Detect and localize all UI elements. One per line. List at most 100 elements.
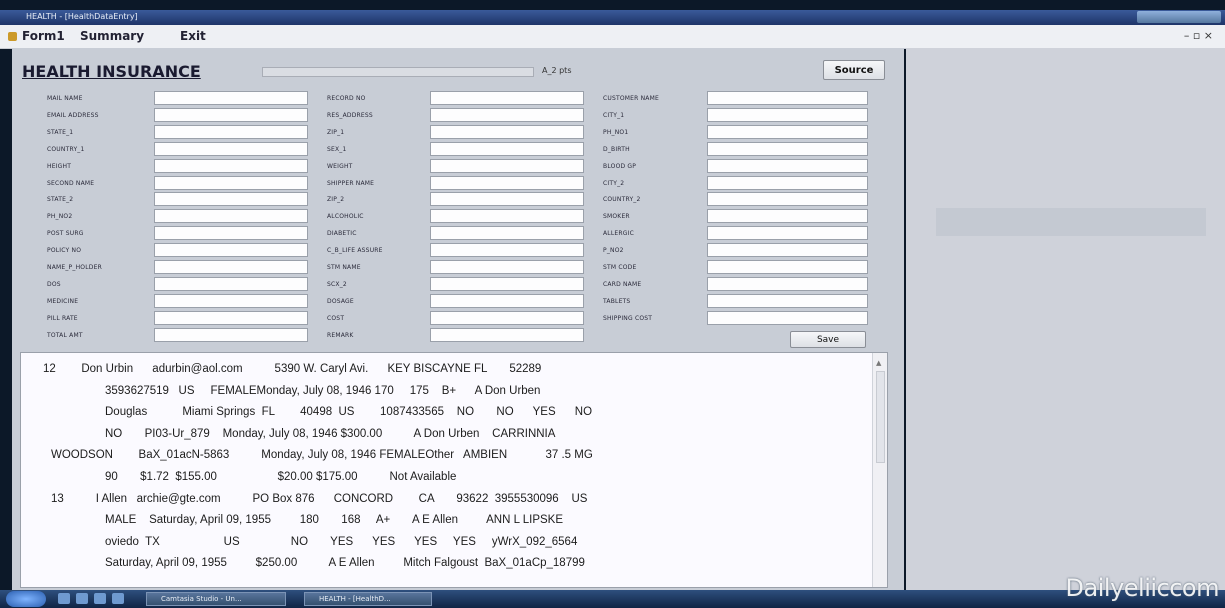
field-input-1-7[interactable] xyxy=(154,192,308,207)
field-input-2-9[interactable] xyxy=(430,226,584,241)
quicklaunch-icon[interactable] xyxy=(112,593,124,604)
field-input-2-12[interactable] xyxy=(430,276,584,291)
field-input-3-13[interactable] xyxy=(707,293,868,308)
field-input-2-8[interactable] xyxy=(430,209,584,224)
field-label: COUNTRY_2 xyxy=(603,196,641,204)
field-input-1-8[interactable] xyxy=(154,209,308,224)
field-input-2-6[interactable] xyxy=(430,175,584,190)
field-input-1-3[interactable] xyxy=(154,124,308,139)
field-label: HEIGHT xyxy=(47,162,72,170)
field-input-3-5[interactable] xyxy=(707,158,868,173)
field-label: SCX_2 xyxy=(327,280,347,288)
field-label: P_NO2 xyxy=(603,247,624,255)
record-line: MALE Saturday, April 09, 1955 180 168 A+… xyxy=(105,514,564,527)
field-label: TOTAL AMT xyxy=(47,331,83,339)
field-label: EMAIL ADDRESS xyxy=(47,111,99,119)
field-input-3-4[interactable] xyxy=(707,141,868,156)
field-input-3-10[interactable] xyxy=(707,243,868,258)
records-scrollbar[interactable]: ▲ xyxy=(872,353,887,587)
field-label: POLICY NO xyxy=(47,247,82,255)
field-label: ZIP_1 xyxy=(327,128,345,136)
field-input-2-15[interactable] xyxy=(430,327,584,342)
field-input-2-3[interactable] xyxy=(430,124,584,139)
field-input-1-2[interactable] xyxy=(154,107,308,122)
field-input-1-10[interactable] xyxy=(154,243,308,258)
field-input-3-9[interactable] xyxy=(707,226,868,241)
records-textbox[interactable]: 12 Don Urbin adurbin@aol.com 5390 W. Car… xyxy=(20,352,888,588)
mdi-window-controls[interactable]: – ▫ × xyxy=(1184,29,1213,42)
field-label: RES_ADDRESS xyxy=(327,111,373,119)
field-label: C_B_LIFE ASSURE xyxy=(327,247,383,255)
page-title: HEALTH INSURANCE xyxy=(22,62,201,81)
field-input-1-11[interactable] xyxy=(154,260,308,274)
status-text: A_2 pts xyxy=(542,66,572,75)
field-input-3-6[interactable] xyxy=(707,175,868,190)
field-input-1-4[interactable] xyxy=(154,141,308,156)
field-label: POST SURG xyxy=(47,230,84,238)
field-input-3-7[interactable] xyxy=(707,192,868,207)
field-label: STATE_1 xyxy=(47,128,74,136)
taskbar-item-health[interactable]: HEALTH - [HealthD... xyxy=(304,592,432,606)
field-input-3-14[interactable] xyxy=(707,310,868,325)
menu-item-exit[interactable]: Exit xyxy=(180,29,206,43)
save-button[interactable]: Save xyxy=(790,331,866,348)
field-input-2-10[interactable] xyxy=(430,243,584,258)
scroll-up-icon[interactable]: ▲ xyxy=(876,359,881,367)
field-input-1-1[interactable] xyxy=(154,91,308,105)
field-label: DIABETIC xyxy=(327,230,357,238)
scroll-thumb[interactable] xyxy=(876,371,885,463)
quicklaunch-icon[interactable] xyxy=(76,593,88,604)
taskbar: Camtasia Studio - Un... HEALTH - [Health… xyxy=(0,590,1225,608)
menu-item-summary[interactable]: Summary xyxy=(80,29,144,43)
pane-blur xyxy=(936,208,1206,236)
field-input-3-12[interactable] xyxy=(707,276,868,291)
field-input-2-5[interactable] xyxy=(430,158,584,173)
field-label: SEX_1 xyxy=(327,145,347,153)
field-input-1-6[interactable] xyxy=(154,175,308,190)
field-label: ZIP_2 xyxy=(327,196,345,204)
window-titlebar: HEALTH - [HealthDataEntry] xyxy=(0,10,1225,25)
record-line: 90 $1.72 $155.00 $20.00 $175.00 Not Avai… xyxy=(105,471,457,483)
record-line: 13 I Allen archie@gte.com PO Box 876 CON… xyxy=(51,492,588,505)
quicklaunch-icon[interactable] xyxy=(94,593,106,604)
window-title: HEALTH - [HealthDataEntry] xyxy=(26,12,138,21)
start-button[interactable] xyxy=(6,591,46,607)
header-progress-bar xyxy=(262,67,534,77)
field-input-1-13[interactable] xyxy=(154,293,308,308)
menu-bar: Form1 Summary Exit – ▫ × xyxy=(0,25,1225,49)
field-label: PH_NO2 xyxy=(47,213,73,221)
field-input-3-8[interactable] xyxy=(707,209,868,224)
field-input-1-15[interactable] xyxy=(154,327,308,342)
field-input-2-13[interactable] xyxy=(430,293,584,308)
field-input-3-2[interactable] xyxy=(707,107,868,122)
field-label: CITY_2 xyxy=(603,179,625,187)
source-button[interactable]: Source xyxy=(823,60,885,80)
field-input-1-14[interactable] xyxy=(154,310,308,325)
field-label: STM CODE xyxy=(603,264,637,271)
right-pane xyxy=(906,48,1225,590)
field-input-2-1[interactable] xyxy=(430,91,584,105)
field-label: MAIL NAME xyxy=(47,95,83,102)
field-label: PH_NO1 xyxy=(603,128,629,136)
field-label: DOSAGE xyxy=(327,297,354,305)
field-input-2-7[interactable] xyxy=(430,192,584,207)
record-line: WOODSON BaX_01acN-5863 Monday, July 08, … xyxy=(51,449,593,462)
field-input-2-11[interactable] xyxy=(430,260,584,274)
field-input-1-12[interactable] xyxy=(154,276,308,291)
menu-item-form1[interactable]: Form1 xyxy=(22,29,65,43)
window-control-buttons[interactable] xyxy=(1137,11,1221,23)
quicklaunch-icon[interactable] xyxy=(58,593,70,604)
field-input-2-4[interactable] xyxy=(430,141,584,156)
field-label: WEIGHT xyxy=(327,162,353,170)
field-input-1-5[interactable] xyxy=(154,158,308,173)
field-input-3-1[interactable] xyxy=(707,91,868,105)
field-input-2-14[interactable] xyxy=(430,310,584,325)
field-label: COST xyxy=(327,314,345,322)
field-input-1-9[interactable] xyxy=(154,226,308,241)
taskbar-item-camtasia[interactable]: Camtasia Studio - Un... xyxy=(146,592,286,606)
field-label: CITY_1 xyxy=(603,111,625,119)
field-input-2-2[interactable] xyxy=(430,107,584,122)
field-input-3-3[interactable] xyxy=(707,124,868,139)
field-input-3-11[interactable] xyxy=(707,260,868,274)
field-label: D_BIRTH xyxy=(603,145,630,153)
